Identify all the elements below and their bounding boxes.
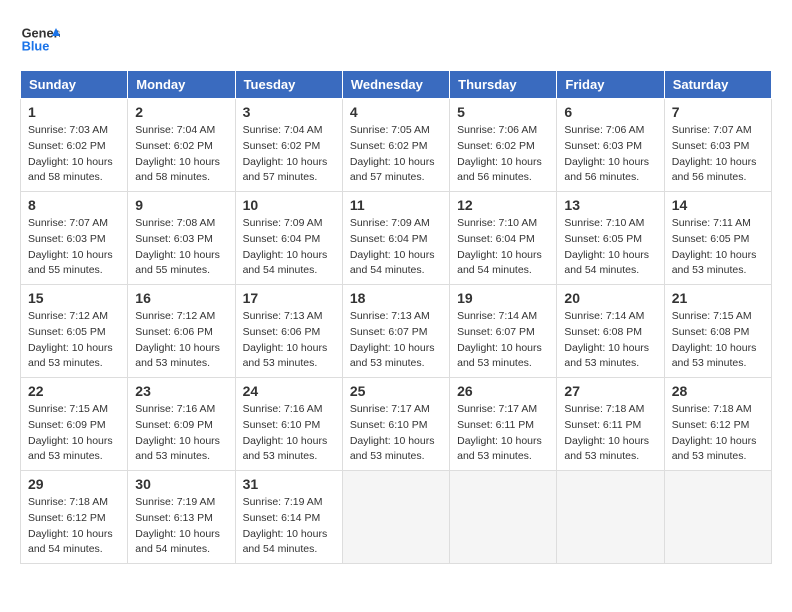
calendar-day-4: 4Sunrise: 7:05 AMSunset: 6:02 PMDaylight… <box>342 99 449 192</box>
calendar-day-17: 17Sunrise: 7:13 AMSunset: 6:06 PMDayligh… <box>235 285 342 378</box>
calendar-header-thursday: Thursday <box>450 71 557 99</box>
svg-text:Blue: Blue <box>22 38 50 53</box>
calendar-day-24: 24Sunrise: 7:16 AMSunset: 6:10 PMDayligh… <box>235 378 342 471</box>
calendar-header-saturday: Saturday <box>664 71 771 99</box>
page-header: General Blue <box>20 20 772 60</box>
calendar-week-2: 8Sunrise: 7:07 AMSunset: 6:03 PMDaylight… <box>21 192 772 285</box>
calendar-day-28: 28Sunrise: 7:18 AMSunset: 6:12 PMDayligh… <box>664 378 771 471</box>
calendar-day-8: 8Sunrise: 7:07 AMSunset: 6:03 PMDaylight… <box>21 192 128 285</box>
calendar-day-25: 25Sunrise: 7:17 AMSunset: 6:10 PMDayligh… <box>342 378 449 471</box>
calendar-week-4: 22Sunrise: 7:15 AMSunset: 6:09 PMDayligh… <box>21 378 772 471</box>
calendar-day-12: 12Sunrise: 7:10 AMSunset: 6:04 PMDayligh… <box>450 192 557 285</box>
calendar-day-15: 15Sunrise: 7:12 AMSunset: 6:05 PMDayligh… <box>21 285 128 378</box>
calendar-day-19: 19Sunrise: 7:14 AMSunset: 6:07 PMDayligh… <box>450 285 557 378</box>
calendar-day-16: 16Sunrise: 7:12 AMSunset: 6:06 PMDayligh… <box>128 285 235 378</box>
calendar-day-10: 10Sunrise: 7:09 AMSunset: 6:04 PMDayligh… <box>235 192 342 285</box>
calendar-table: SundayMondayTuesdayWednesdayThursdayFrid… <box>20 70 772 564</box>
calendar-header-sunday: Sunday <box>21 71 128 99</box>
calendar-empty <box>557 471 664 564</box>
calendar-day-13: 13Sunrise: 7:10 AMSunset: 6:05 PMDayligh… <box>557 192 664 285</box>
calendar-day-9: 9Sunrise: 7:08 AMSunset: 6:03 PMDaylight… <box>128 192 235 285</box>
calendar-day-27: 27Sunrise: 7:18 AMSunset: 6:11 PMDayligh… <box>557 378 664 471</box>
calendar-day-18: 18Sunrise: 7:13 AMSunset: 6:07 PMDayligh… <box>342 285 449 378</box>
calendar-day-2: 2Sunrise: 7:04 AMSunset: 6:02 PMDaylight… <box>128 99 235 192</box>
calendar-day-14: 14Sunrise: 7:11 AMSunset: 6:05 PMDayligh… <box>664 192 771 285</box>
calendar-day-30: 30Sunrise: 7:19 AMSunset: 6:13 PMDayligh… <box>128 471 235 564</box>
calendar-header-wednesday: Wednesday <box>342 71 449 99</box>
calendar-week-1: 1Sunrise: 7:03 AMSunset: 6:02 PMDaylight… <box>21 99 772 192</box>
calendar-header-row: SundayMondayTuesdayWednesdayThursdayFrid… <box>21 71 772 99</box>
calendar-day-7: 7Sunrise: 7:07 AMSunset: 6:03 PMDaylight… <box>664 99 771 192</box>
logo: General Blue <box>20 20 60 60</box>
calendar-day-20: 20Sunrise: 7:14 AMSunset: 6:08 PMDayligh… <box>557 285 664 378</box>
calendar-day-23: 23Sunrise: 7:16 AMSunset: 6:09 PMDayligh… <box>128 378 235 471</box>
calendar-day-3: 3Sunrise: 7:04 AMSunset: 6:02 PMDaylight… <box>235 99 342 192</box>
calendar-header-monday: Monday <box>128 71 235 99</box>
calendar-week-3: 15Sunrise: 7:12 AMSunset: 6:05 PMDayligh… <box>21 285 772 378</box>
calendar-day-22: 22Sunrise: 7:15 AMSunset: 6:09 PMDayligh… <box>21 378 128 471</box>
calendar-empty <box>342 471 449 564</box>
calendar-day-5: 5Sunrise: 7:06 AMSunset: 6:02 PMDaylight… <box>450 99 557 192</box>
calendar-header-friday: Friday <box>557 71 664 99</box>
calendar-day-6: 6Sunrise: 7:06 AMSunset: 6:03 PMDaylight… <box>557 99 664 192</box>
calendar-empty <box>450 471 557 564</box>
calendar-day-1: 1Sunrise: 7:03 AMSunset: 6:02 PMDaylight… <box>21 99 128 192</box>
calendar-day-29: 29Sunrise: 7:18 AMSunset: 6:12 PMDayligh… <box>21 471 128 564</box>
logo-icon: General Blue <box>20 20 60 60</box>
calendar-header-tuesday: Tuesday <box>235 71 342 99</box>
calendar-day-11: 11Sunrise: 7:09 AMSunset: 6:04 PMDayligh… <box>342 192 449 285</box>
calendar-week-5: 29Sunrise: 7:18 AMSunset: 6:12 PMDayligh… <box>21 471 772 564</box>
calendar-empty <box>664 471 771 564</box>
calendar-day-31: 31Sunrise: 7:19 AMSunset: 6:14 PMDayligh… <box>235 471 342 564</box>
calendar-day-21: 21Sunrise: 7:15 AMSunset: 6:08 PMDayligh… <box>664 285 771 378</box>
calendar-day-26: 26Sunrise: 7:17 AMSunset: 6:11 PMDayligh… <box>450 378 557 471</box>
